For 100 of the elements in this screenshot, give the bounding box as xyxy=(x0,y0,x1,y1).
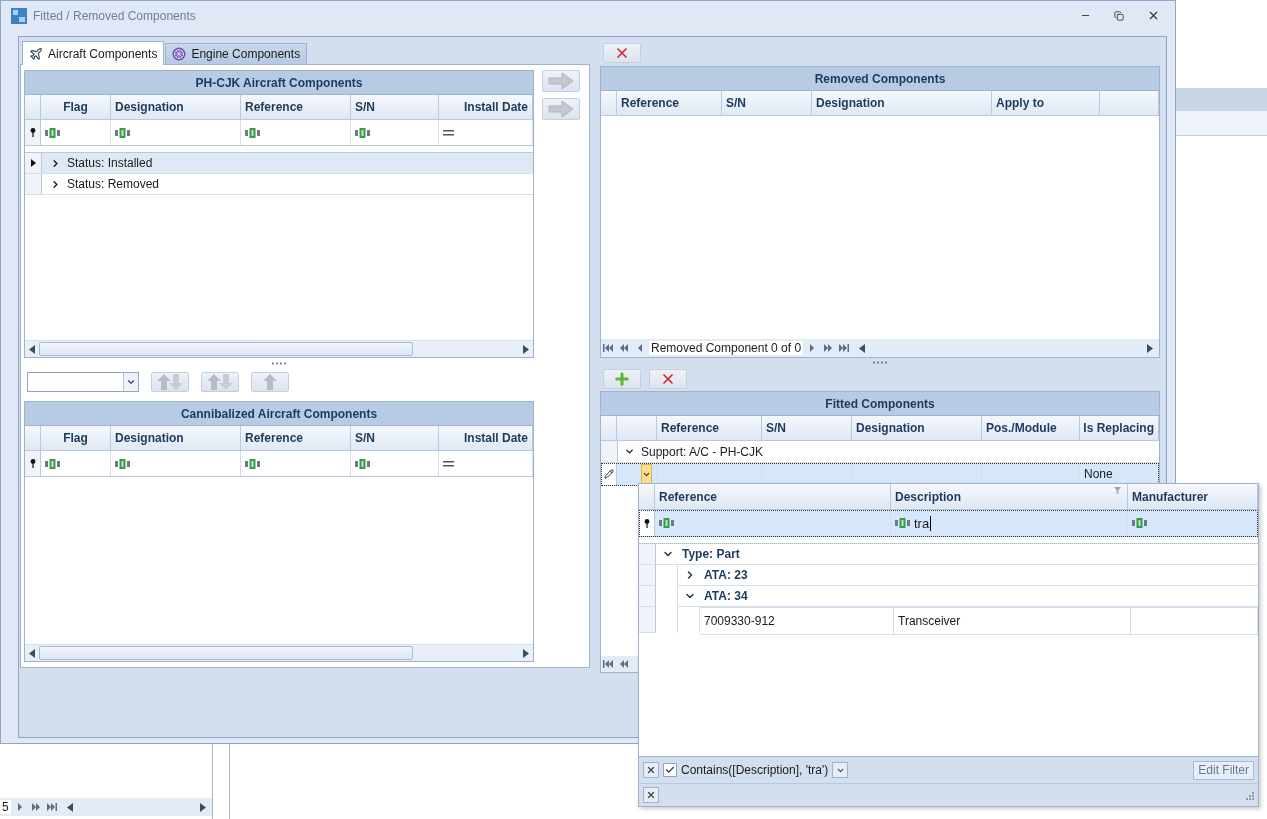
column-header[interactable]: Flag xyxy=(41,426,111,450)
row-indicator xyxy=(639,607,656,633)
text-filter-icon xyxy=(45,127,61,138)
filter-expression: Contains([Description], 'tra') xyxy=(681,763,829,777)
grid-title: Fitted Components xyxy=(601,392,1159,416)
fan-icon xyxy=(172,47,187,61)
arrow-right-icon xyxy=(548,101,574,117)
column-header[interactable]: Install Date xyxy=(439,426,533,450)
dropdown-button[interactable] xyxy=(641,464,652,484)
next-page-button[interactable] xyxy=(822,344,835,352)
pin-icon xyxy=(643,518,650,528)
row-indicator xyxy=(639,565,656,586)
text-filter-icon xyxy=(895,518,911,528)
column-header[interactable]: Is Replacing xyxy=(1080,416,1159,440)
plus-icon[interactable] xyxy=(613,369,631,388)
text-filter-icon xyxy=(355,127,371,138)
delete-button[interactable] xyxy=(603,43,641,63)
chevron-right-icon[interactable] xyxy=(50,157,61,169)
column-header[interactable]: Reference xyxy=(617,91,722,115)
pin-icon xyxy=(29,128,36,137)
arrow-right-icon[interactable] xyxy=(523,344,529,354)
tab[interactable]: Aircraft Components xyxy=(22,41,165,65)
arrow-right-icon[interactable] xyxy=(200,802,206,812)
column-header[interactable]: S/N xyxy=(722,91,812,115)
column-header[interactable]: Designation xyxy=(111,426,241,450)
text-filter-icon xyxy=(115,458,131,469)
arrow-right-icon xyxy=(548,73,574,89)
add-button[interactable] xyxy=(603,368,641,389)
edit-filter-button[interactable]: Edit Filter xyxy=(1193,760,1254,780)
last-button[interactable] xyxy=(45,803,58,811)
equals-filter-icon xyxy=(443,129,454,136)
text-filter-icon xyxy=(45,458,61,469)
group-label: ATA: 34 xyxy=(704,589,748,603)
group-label: Status: Removed xyxy=(67,177,160,191)
group-row[interactable]: ATA: 23 xyxy=(639,565,1258,586)
group-row[interactable]: Status: Installed xyxy=(25,153,533,174)
arrow-left-icon[interactable] xyxy=(29,648,35,658)
column-header[interactable]: Reference xyxy=(241,426,351,450)
text-filter-icon xyxy=(659,518,675,528)
up-arrow-icon xyxy=(263,373,277,390)
next-page-button[interactable] xyxy=(29,803,42,811)
column-header[interactable]: Description xyxy=(891,484,1128,509)
delete-button[interactable] xyxy=(649,368,687,389)
chevron-right-icon[interactable] xyxy=(50,178,61,190)
grid-title: PH-CJK Aircraft Components xyxy=(25,71,533,95)
up-down-arrows-icon xyxy=(207,373,233,390)
column-header[interactable]: Designation xyxy=(852,416,982,440)
splitter-grip[interactable] xyxy=(872,360,888,364)
column-header[interactable]: Pos./Module xyxy=(982,416,1080,440)
arrow-left-icon[interactable] xyxy=(859,343,866,353)
resize-grip-icon xyxy=(1245,790,1254,800)
column-header[interactable]: Reference xyxy=(241,95,351,119)
arrow-left-icon[interactable] xyxy=(29,344,35,354)
arrow-right-icon[interactable] xyxy=(1147,343,1153,353)
equals-filter-icon xyxy=(443,460,454,467)
group-label: Status: Installed xyxy=(67,156,153,170)
window-title: Fitted / Removed Components xyxy=(33,8,197,23)
arrow-right-icon[interactable] xyxy=(523,648,529,658)
group-label: ATA: 23 xyxy=(704,568,748,582)
row-indicator xyxy=(25,174,42,194)
previous-page-button[interactable] xyxy=(618,344,630,352)
text-filter-icon xyxy=(245,458,261,469)
arrow-left-icon[interactable] xyxy=(66,802,73,812)
column-header[interactable]: Designation xyxy=(812,91,992,115)
column-header[interactable]: Apply to xyxy=(992,91,1100,115)
record-counter: Removed Component 0 of 0 xyxy=(649,341,804,355)
first-button[interactable] xyxy=(602,344,614,352)
column-header[interactable]: Install Date xyxy=(439,95,533,119)
column-header[interactable]: Flag xyxy=(41,95,111,119)
text-filter-icon xyxy=(115,127,131,138)
column-header[interactable]: S/N xyxy=(762,416,852,440)
splitter-grip[interactable] xyxy=(271,361,287,365)
tab[interactable]: Engine Components xyxy=(165,43,308,64)
current-row-icon xyxy=(30,159,36,167)
x-icon[interactable] xyxy=(614,45,630,61)
group-label: Type: Part xyxy=(682,547,740,561)
chevron-down-icon[interactable] xyxy=(624,446,635,457)
up-down-arrows-icon xyxy=(157,373,183,390)
pin-icon xyxy=(29,459,36,468)
column-header[interactable]: Reference xyxy=(655,484,891,509)
group-row[interactable]: Support: A/C - PH-CJK xyxy=(601,441,1159,463)
app-logo-icon xyxy=(11,7,27,24)
column-header[interactable]: S/N xyxy=(351,95,439,119)
column-header[interactable]: Reference xyxy=(657,416,762,440)
last-button[interactable] xyxy=(838,344,851,352)
grid-title: Cannibalized Aircraft Components xyxy=(25,402,533,426)
column-header[interactable]: Designation xyxy=(111,95,241,119)
group-row[interactable]: Type: Part xyxy=(639,544,1258,565)
column-header[interactable]: S/N xyxy=(351,426,439,450)
previous-page-button[interactable] xyxy=(618,660,630,668)
table-cell: Transceiver xyxy=(894,608,1131,634)
first-button[interactable] xyxy=(602,660,614,668)
row-indicator xyxy=(639,586,656,607)
restore-icon[interactable] xyxy=(1114,10,1124,21)
column-header[interactable]: Manufacturer xyxy=(1128,484,1258,509)
grid-title: Removed Components xyxy=(601,67,1159,91)
group-row[interactable]: Status: Removed xyxy=(25,174,533,195)
group-label: Support: A/C - PH-CJK xyxy=(641,444,764,459)
text-filter-icon xyxy=(355,458,371,469)
text-filter-icon xyxy=(245,127,261,138)
